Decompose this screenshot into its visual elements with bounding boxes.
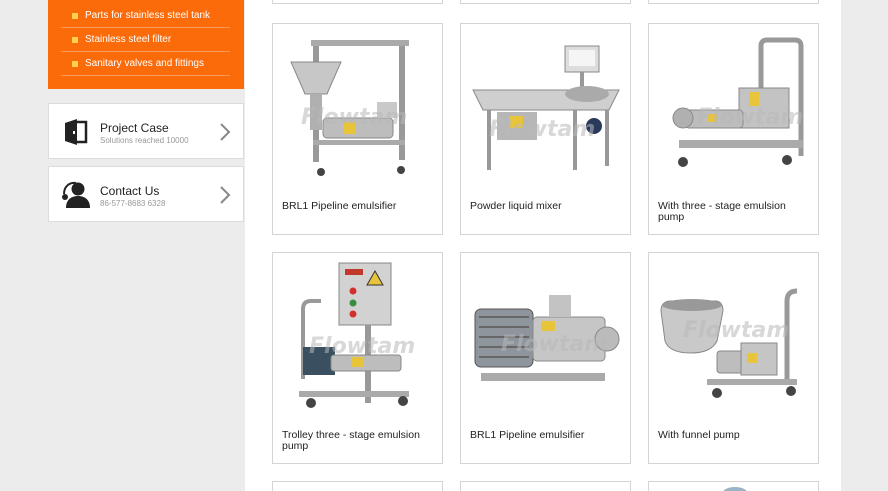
watermark: Flowtam <box>697 105 803 130</box>
watermark: Flowtam <box>683 318 789 343</box>
product-card-partial[interactable] <box>460 481 631 491</box>
product-title: Powder liquid mixer <box>470 200 562 212</box>
menu-item-label: Parts for stainless steel tank <box>85 10 211 21</box>
contact-us-link[interactable]: Contact Us 86-577-8683 6328 <box>48 166 244 222</box>
project-case-link[interactable]: Project Case Solutions reached 10000 <box>48 103 244 159</box>
bullet-icon <box>72 36 78 43</box>
product-title: Trolley three - stage emulsion pump <box>282 429 420 452</box>
project-case-title: Project Case <box>100 121 169 135</box>
product-image: Flowtam <box>474 295 620 381</box>
product-image: Flowtam <box>660 288 798 398</box>
menu-item-label: Sanitary valves and fittings <box>85 58 204 69</box>
product-category-menu: Parts for stainless steel tank Stainless… <box>48 0 244 89</box>
product-card[interactable]: Flowtam With three - stage emulsion pump <box>648 23 819 235</box>
product-card-partial[interactable] <box>272 481 443 491</box>
product-image: Flowtam <box>299 262 415 408</box>
product-title: With funnel pump <box>658 429 740 441</box>
product-title: With three - stage emulsion pump <box>658 200 786 223</box>
menu-item-tank-parts[interactable]: Parts for stainless steel tank <box>61 4 230 28</box>
product-image: Flowtam <box>290 40 409 176</box>
product-title: BRL1 Pipeline emulsifier <box>282 200 397 212</box>
project-case-subtitle: Solutions reached 10000 <box>100 136 189 145</box>
chevron-right-icon <box>220 123 231 141</box>
watermark: Flowtam <box>489 117 595 142</box>
product-grid-panel: Flowtam BRL1 Pipeline emulsifier Flowtam… <box>245 0 841 491</box>
contact-us-title: Contact Us <box>100 184 160 198</box>
menu-item-sanitary-valves[interactable]: Sanitary valves and fittings <box>61 52 230 76</box>
menu-item-steel-filter[interactable]: Stainless steel filter <box>61 28 230 52</box>
product-card[interactable]: Flowtam BRL1 Pipeline emulsifier <box>272 23 443 235</box>
bullet-icon <box>72 60 78 67</box>
product-image-partial <box>723 487 747 491</box>
product-title: BRL1 Pipeline emulsifier <box>470 429 585 441</box>
product-card-partial[interactable] <box>460 0 631 4</box>
product-card-partial[interactable] <box>648 0 819 4</box>
product-image: Flowtam <box>472 45 620 170</box>
product-card[interactable]: Flowtam With funnel pump <box>648 252 819 464</box>
watermark: Flowtam <box>501 332 607 357</box>
bullet-icon <box>72 12 78 19</box>
product-card-partial[interactable] <box>272 0 443 4</box>
contact-phone: 86-577-8683 6328 <box>100 199 166 208</box>
chevron-right-icon <box>220 186 231 204</box>
product-card[interactable]: Flowtam Powder liquid mixer <box>460 23 631 235</box>
product-card[interactable]: Flowtam BRL1 Pipeline emulsifier <box>460 252 631 464</box>
customer-service-icon <box>62 181 90 208</box>
watermark: Flowtam <box>309 334 415 359</box>
product-image: Flowtam <box>672 37 804 167</box>
door-icon <box>65 119 88 145</box>
watermark: Flowtam <box>301 105 407 130</box>
product-card-partial[interactable] <box>648 481 819 491</box>
menu-item-label: Stainless steel filter <box>85 34 172 45</box>
product-card[interactable]: Flowtam Trolley three - stage emulsion p… <box>272 252 443 464</box>
